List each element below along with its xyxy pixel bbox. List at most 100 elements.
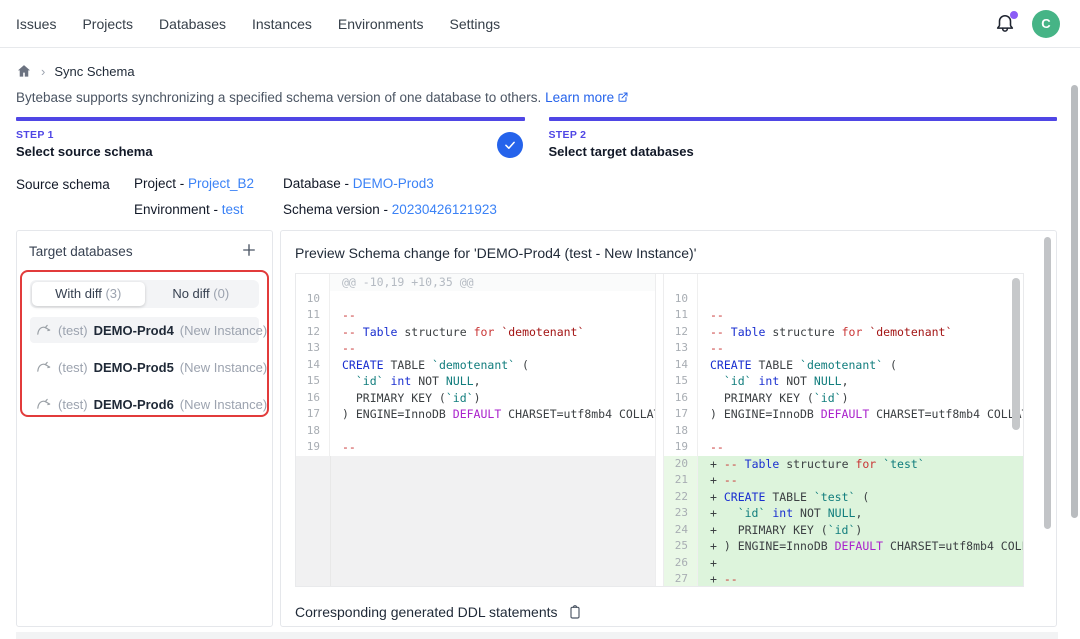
diff-line: 14CREATE TABLE `demotenant` ( <box>664 357 1023 374</box>
check-icon <box>503 138 517 152</box>
learn-more-link[interactable]: Learn more <box>545 90 629 105</box>
diff-line-code <box>698 423 1023 440</box>
diff-line-code: -- Table structure for `demotenant` <box>330 324 655 341</box>
diff-line-number: 12 <box>296 324 330 341</box>
diff-line-code: ) ENGINE=InnoDB DEFAULT CHARSET=utf8mb4 … <box>698 406 1023 423</box>
db-name: DEMO-Prod6 <box>94 397 174 412</box>
copy-ddl-button[interactable] <box>567 604 583 620</box>
nav-item-settings[interactable]: Settings <box>450 16 501 32</box>
db-instance-suffix: (New Instance) <box>180 397 267 412</box>
diff-line-code: -- <box>330 340 655 357</box>
preview-panel-scrollbar[interactable] <box>1044 237 1051 529</box>
nav-item-databases[interactable]: Databases <box>159 16 226 32</box>
diff-line: 22+ CREATE TABLE `test` ( <box>664 489 1023 506</box>
diff-line-number: 16 <box>296 390 330 407</box>
diff-pane-divider <box>656 274 663 586</box>
diff-line-number: 10 <box>664 291 698 308</box>
step-2-progress-bar <box>549 117 1058 121</box>
diff-line-code: CREATE TABLE `demotenant` ( <box>330 357 655 374</box>
source-field-key: Environment - <box>134 202 222 217</box>
diff-line-number <box>664 274 698 291</box>
diff-line-number: 20 <box>664 456 698 473</box>
diff-line-number: 18 <box>296 423 330 440</box>
page-body: › Sync Schema Bytebase supports synchron… <box>0 48 1080 627</box>
step-2-title: Select target databases <box>549 144 1058 159</box>
diff-line-number: 15 <box>664 373 698 390</box>
diff-line: 24+ PRIMARY KEY (`id`) <box>664 522 1023 539</box>
db-env-label: (test) <box>58 323 88 338</box>
db-name: DEMO-Prod4 <box>94 323 174 338</box>
diff-right-pane-scrollbar[interactable] <box>1012 278 1020 430</box>
source-field-key: Schema version - <box>283 202 392 217</box>
nav-item-environments[interactable]: Environments <box>338 16 424 32</box>
nav-right: C <box>994 10 1060 38</box>
source-field-value-link[interactable]: DEMO-Prod3 <box>353 176 434 191</box>
notification-dot <box>1010 11 1018 19</box>
diff-line-code: -- <box>698 307 1023 324</box>
diff-line: 13-- <box>296 340 655 357</box>
external-link-icon <box>617 91 629 103</box>
diff-line: 11-- <box>296 307 655 324</box>
page-bottom-strip <box>16 632 1058 639</box>
plus-icon <box>240 241 258 259</box>
diff-pane-right: 1011--12-- Table structure for `demotena… <box>663 274 1023 586</box>
diff-line-code: -- <box>698 439 1023 456</box>
diff-left-filler <box>296 456 655 587</box>
avatar[interactable]: C <box>1032 10 1060 38</box>
add-target-database-button[interactable] <box>240 241 260 261</box>
db-instance-suffix: (New Instance) <box>180 323 267 338</box>
source-field-value-link[interactable]: Project_B2 <box>188 176 254 191</box>
diff-line-number: 26 <box>664 555 698 572</box>
diff-line: 17) ENGINE=InnoDB DEFAULT CHARSET=utf8mb… <box>664 406 1023 423</box>
diff-line-code: ) ENGINE=InnoDB DEFAULT CHARSET=utf8mb4 … <box>330 406 655 423</box>
diff-line-code: @@ -10,19 +10,35 @@ <box>330 274 655 291</box>
diff-line-number: 16 <box>664 390 698 407</box>
mysql-db-icon <box>36 396 52 412</box>
diff-line: 27+ -- <box>664 571 1023 586</box>
nav-item-instances[interactable]: Instances <box>252 16 312 32</box>
tab-with-diff[interactable]: With diff (3) <box>32 282 145 306</box>
diff-line: 25+ ) ENGINE=InnoDB DEFAULT CHARSET=utf8… <box>664 538 1023 555</box>
main-area: Target databases With diff (3)No diff (0… <box>16 230 1057 627</box>
diff-line-code: CREATE TABLE `demotenant` ( <box>698 357 1023 374</box>
mysql-db-icon <box>36 359 52 375</box>
diff-line-code: `id` int NOT NULL, <box>698 373 1023 390</box>
diff-line: 11-- <box>664 307 1023 324</box>
step-1-label: STEP 1 <box>16 129 525 141</box>
diff-line-code: `id` int NOT NULL, <box>330 373 655 390</box>
ddl-section-header: Corresponding generated DDL statements <box>295 604 1042 620</box>
intro-sentence: Bytebase supports synchronizing a specif… <box>16 90 541 105</box>
diff-line-number: 11 <box>664 307 698 324</box>
preview-title: Preview Schema change for 'DEMO-Prod4 (t… <box>295 245 1042 261</box>
home-icon[interactable] <box>16 63 32 79</box>
diff-line: 13-- <box>664 340 1023 357</box>
diff-line: 15 `id` int NOT NULL, <box>296 373 655 390</box>
diff-line-number: 27 <box>664 571 698 586</box>
diff-line-code: + -- <box>698 472 1023 489</box>
source-schema-summary: Source schema Project - Project_B2Databa… <box>16 176 1057 217</box>
window-scrollbar[interactable] <box>1071 85 1078 518</box>
db-name: DEMO-Prod5 <box>94 360 174 375</box>
nav-item-projects[interactable]: Projects <box>82 16 133 32</box>
source-field-value-link[interactable]: test <box>222 202 244 217</box>
nav-item-issues[interactable]: Issues <box>16 16 56 32</box>
tab-count: (0) <box>213 286 229 301</box>
notifications-bell-button[interactable] <box>994 13 1016 35</box>
tab-no-diff[interactable]: No diff (0) <box>145 282 258 306</box>
diff-line-number: 13 <box>664 340 698 357</box>
diff-line-code: + ) ENGINE=InnoDB DEFAULT CHARSET=utf8mb… <box>698 538 1023 555</box>
db-item-demo-prod5[interactable]: (test) DEMO-Prod5 (New Instance) <box>30 354 259 380</box>
diff-line-number: 11 <box>296 307 330 324</box>
steps: STEP 1 Select source schema STEP 2 Selec… <box>16 117 1057 159</box>
diff-line: 17) ENGINE=InnoDB DEFAULT CHARSET=utf8mb… <box>296 406 655 423</box>
bell-icon <box>994 22 1016 39</box>
db-item-demo-prod4[interactable]: (test) DEMO-Prod4 (New Instance) <box>30 317 259 343</box>
diff-line: 18 <box>664 423 1023 440</box>
source-field-value-link[interactable]: 20230426121923 <box>392 202 497 217</box>
diff-line-code: + -- Table structure for `test` <box>698 456 1023 473</box>
diff-line: 14CREATE TABLE `demotenant` ( <box>296 357 655 374</box>
diff-pane-left: @@ -10,19 +10,35 @@1011--12-- Table stru… <box>296 274 656 586</box>
db-item-demo-prod6[interactable]: (test) DEMO-Prod6 (New Instance) <box>30 391 259 417</box>
intro-text: Bytebase supports synchronizing a specif… <box>16 90 1057 105</box>
diff-line-code: -- <box>698 340 1023 357</box>
